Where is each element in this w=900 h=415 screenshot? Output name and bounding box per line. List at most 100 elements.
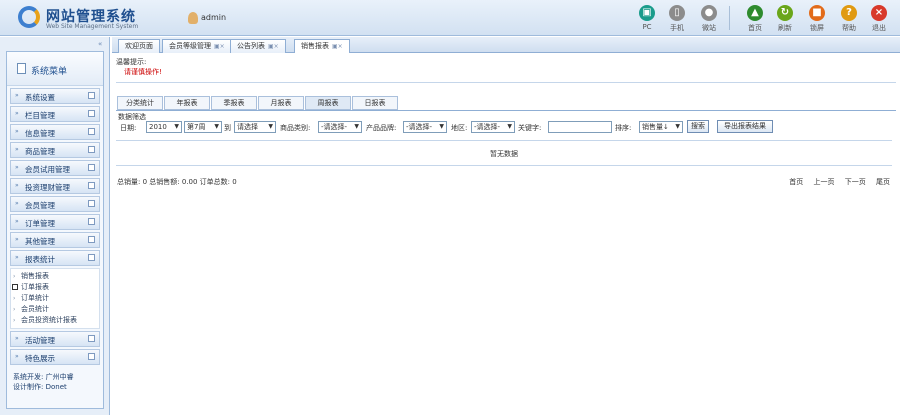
help-button[interactable]: ? 帮助 [834,5,864,33]
chevron-down-icon: ▼ [214,123,219,130]
tab-label: 欢迎页面 [125,42,153,50]
tip-text: 请谨慎操作! [124,68,162,76]
toolbar-label: 刷新 [778,24,792,32]
sidebar-item[interactable]: » 信息管理 [10,124,100,140]
brand-select[interactable]: -请选择- ▼ [403,121,447,133]
submenu-item[interactable]: ›订单报表 [11,282,99,293]
chevron-down-icon: ▼ [507,123,512,130]
sidebar-item[interactable]: » 其他管理 [10,232,100,248]
document-icon [17,63,26,74]
close-icon[interactable]: ▣× [268,43,279,50]
pagination: 首页 上一页 下一页 尾页 [781,177,890,187]
expand-icon [88,128,95,135]
chevron-down-icon: ▼ [439,123,444,130]
next-page-link[interactable]: 下一页 [845,178,866,186]
menu-item-label: 活动管理 [25,336,55,345]
prev-page-link[interactable]: 上一页 [814,178,835,186]
menu-item-label: 特色展示 [25,354,55,363]
week-end-select[interactable]: 请选择 ▼ [234,121,276,133]
current-user-name: admin [201,13,227,22]
menu-item-label: 报表统计 [25,255,55,264]
submenu-item[interactable]: › 订单统计 [11,293,99,304]
main-content: 欢迎页面 会员等级管理 ▣× 公告列表 ▣× 销售报表 ▣× 温馨提示: 请谨慎操作! 分类… [112,37,900,415]
menu-header: 系统菜单 [7,52,103,86]
help-icon: ? [841,5,857,21]
expand-icon [88,353,95,360]
category-label: 商品类别: [280,124,311,132]
double-chevron-icon: » [15,254,19,261]
year-select[interactable]: 2010 ▼ [146,121,182,133]
region-select[interactable]: -请选择- ▼ [471,121,515,133]
double-chevron-icon: » [15,110,19,117]
app-subtitle: Web Site Management System [46,23,139,30]
page-tab[interactable]: 会员等级管理 ▣× [162,39,232,53]
sidebar-item[interactable]: » 商品管理 [10,142,100,158]
sort-select[interactable]: 销售量↓ ▼ [639,121,683,133]
category-select[interactable]: -请选择- ▼ [318,121,362,133]
expand-icon [88,335,95,342]
page-tab[interactable]: 欢迎页面 [118,39,160,53]
report-type-tab[interactable]: 年报表 [164,96,210,110]
designer-info: 设计制作: Donet [13,383,67,391]
sidebar-item[interactable]: » 栏目管理 [10,106,100,122]
wechat-icon: ● [701,5,717,21]
collapse-sidebar-icon[interactable]: « [98,40,102,48]
double-chevron-icon: » [15,128,19,135]
submenu-label: 会员投资统计报表 [21,316,77,324]
home-button[interactable]: ▲ 首页 [740,5,770,33]
first-page-link[interactable]: 首页 [789,178,803,186]
keyword-input[interactable] [548,121,612,133]
submenu-item[interactable]: › 销售报表 [11,271,99,282]
report-type-tab[interactable]: 分类统计 [117,96,163,110]
submenu-item[interactable]: › 会员投资统计报表 [11,315,99,326]
bullet-icon: › [13,295,16,302]
page-tab[interactable]: 公告列表 ▣× [230,39,286,53]
mobile-button[interactable]: ▯ 手机 [662,5,692,33]
sidebar-item[interactable]: » 订单管理 [10,214,100,230]
toolbar-label: 手机 [670,24,684,32]
report-type-tab[interactable]: 季报表 [211,96,257,110]
export-button[interactable]: 导出报表结果 [717,120,773,133]
menu-item-label: 系统设置 [25,93,55,102]
close-icon[interactable]: ▣× [332,43,343,50]
region-label: 地区: [451,124,468,132]
search-button[interactable]: 搜索 [687,120,709,133]
mobile-icon: ▯ [669,5,685,21]
submenu-item[interactable]: › 会员统计 [11,304,99,315]
last-page-link[interactable]: 尾页 [876,178,890,186]
refresh-button[interactable]: ↻ 刷新 [770,5,800,33]
sidebar-item[interactable]: » 报表统计 [10,250,100,266]
chevron-down-icon: ▼ [354,123,359,130]
chevron-down-icon: ▼ [174,123,179,130]
sidebar-item[interactable]: » 投资理财管理 [10,178,100,194]
expand-icon [88,218,95,225]
report-type-tab[interactable]: 月报表 [258,96,304,110]
close-icon[interactable]: ▣× [214,43,225,50]
page-tab[interactable]: 销售报表 ▣× [294,39,350,53]
expand-icon [88,254,95,261]
chevron-down-icon: ▼ [675,123,680,130]
sidebar-item[interactable]: » 会员试用管理 [10,160,100,176]
lock-button[interactable]: ■ 锁屏 [802,5,832,33]
double-chevron-icon: » [15,92,19,99]
week-select[interactable]: 第7周 ▼ [184,121,222,133]
logout-icon: × [871,5,887,21]
double-chevron-icon: » [15,182,19,189]
tab-label: 会员等级管理 [169,42,211,50]
sidebar-item[interactable]: » 系统设置 [10,88,100,104]
logout-button[interactable]: × 退出 [864,5,894,33]
tab-label: 公告列表 [237,42,265,50]
system-menu-panel: 系统菜单 » 系统设置» 栏目管理» 信息管理» 商品管理» 会员试用管理» 投资理财管理»… [6,51,104,409]
expand-icon [88,200,95,207]
sidebar-item[interactable]: » 活动管理 [10,331,100,347]
wechat-button[interactable]: ● 微站 [694,5,724,33]
developer-info: 系统开发: 广州中睿 [13,373,74,381]
report-type-tab[interactable]: 日报表 [352,96,398,110]
sidebar-item[interactable]: » 特色展示 [10,349,100,365]
keyword-label: 关键字: [518,124,542,132]
report-type-tab[interactable]: 周报表 [305,96,351,110]
date-label: 日期: [120,124,137,132]
sidebar-item[interactable]: » 会员管理 [10,196,100,212]
double-chevron-icon: » [15,335,19,342]
pc-button[interactable]: ▣ PC [632,5,662,31]
